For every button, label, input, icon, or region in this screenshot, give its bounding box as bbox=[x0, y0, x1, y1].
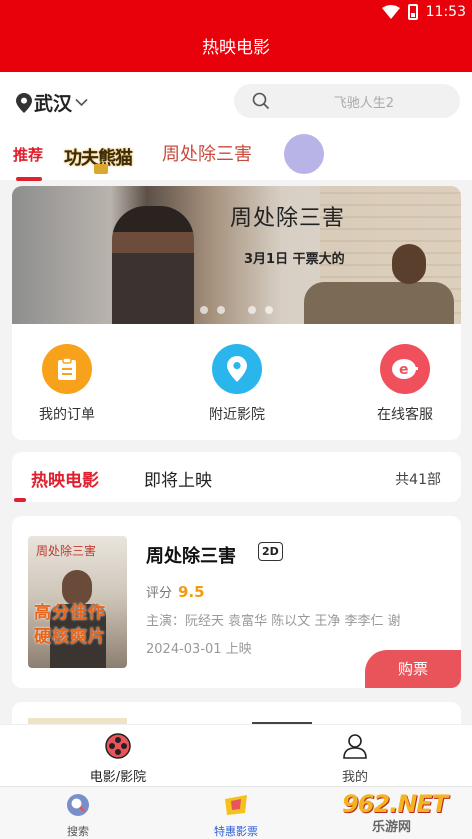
svg-text:e: e bbox=[399, 362, 409, 378]
clipboard-icon bbox=[42, 344, 92, 394]
user-icon bbox=[343, 734, 367, 759]
movie-tabs: 热映电影 即将上映 共41部 bbox=[12, 452, 461, 502]
tab-coming-soon[interactable]: 即将上映 bbox=[144, 466, 212, 491]
active-tab-indicator bbox=[14, 498, 26, 502]
banner-figure-pile bbox=[304, 282, 454, 324]
quick-action-label: 在线客服 bbox=[377, 407, 433, 423]
watermark-logo: 962.NET bbox=[342, 790, 448, 818]
wifi-icon bbox=[381, 5, 400, 19]
bottomnav-search[interactable]: 搜索 bbox=[28, 793, 128, 839]
app-title: 热映电影 bbox=[0, 28, 472, 72]
battery-icon bbox=[407, 4, 418, 20]
movie-logo-circle[interactable] bbox=[284, 134, 324, 174]
search-placeholder: 飞驰人生2 bbox=[333, 96, 394, 111]
buy-ticket-button[interactable]: 购票 bbox=[365, 650, 461, 688]
movie-cast: 主演：阮经天 袁富华 陈以文 王净 李李仁 谢 bbox=[146, 614, 401, 629]
status-time: 11:53 bbox=[425, 4, 466, 20]
poster-title: 周处除三害 bbox=[36, 544, 97, 558]
sub-nav: 电影/影院 我的 bbox=[0, 724, 472, 786]
film-reel-icon bbox=[105, 733, 131, 759]
format-badge: 2D bbox=[258, 542, 283, 561]
quick-action-customer-service[interactable]: e 在线客服 bbox=[345, 344, 461, 424]
banner-figure-man bbox=[112, 206, 194, 324]
movie-release-date: 2024-03-01 上映 bbox=[146, 642, 252, 657]
top-bar: 武汉 飞驰人生2 bbox=[0, 72, 472, 130]
chevron-down-icon bbox=[75, 98, 88, 107]
bottomnav-label: 搜索 bbox=[67, 825, 89, 838]
poster-slogan: 高分佳作 bbox=[34, 603, 106, 623]
movie-card[interactable]: 周处除三害 高分佳作 硬核爽片 周处除三害 2D 评分 9.5 主演：阮经天 袁富… bbox=[12, 516, 461, 688]
carousel-dots bbox=[200, 306, 273, 314]
carousel-dot[interactable] bbox=[217, 306, 225, 314]
site-watermark: 962.NET 乐游网 bbox=[332, 790, 466, 836]
active-tab-indicator bbox=[16, 177, 42, 181]
subnav-label: 我的 bbox=[341, 770, 368, 785]
quick-action-label: 我的订单 bbox=[39, 407, 95, 423]
movie-count: 共41部 bbox=[395, 472, 441, 488]
banner-title: 周处除三害 bbox=[230, 206, 346, 231]
chat-e-icon: e bbox=[380, 344, 430, 394]
watermark-text: 乐游网 bbox=[372, 820, 412, 835]
carousel-dot[interactable] bbox=[265, 306, 273, 314]
banner-subtitle: 3月1日 干票大的 bbox=[244, 252, 345, 267]
score-value: 9.5 bbox=[178, 583, 205, 601]
logo-number-badge bbox=[94, 164, 108, 174]
movie-logo-kung-fu-panda[interactable]: 功夫熊猫 bbox=[64, 138, 142, 174]
search-icon bbox=[252, 92, 270, 110]
subnav-label: 电影/影院 bbox=[89, 770, 147, 785]
city-selector[interactable]: 武汉 bbox=[16, 89, 90, 116]
subnav-movies-cinemas[interactable]: 电影/影院 bbox=[58, 733, 178, 785]
movie-logo-zhouchu[interactable]: 周处除三害 bbox=[162, 140, 252, 166]
carousel-dot[interactable] bbox=[248, 306, 256, 314]
movie-score: 评分 9.5 bbox=[146, 582, 205, 601]
status-icons: 11:53 bbox=[381, 4, 466, 20]
tab-recommend[interactable]: 推荐 bbox=[13, 144, 43, 165]
quick-action-label: 附近影院 bbox=[209, 407, 265, 423]
category-tabs: 推荐 功夫熊猫 周处除三害 bbox=[0, 130, 472, 181]
quick-action-orders[interactable]: 我的订单 bbox=[12, 344, 127, 424]
carousel-dot[interactable] bbox=[200, 306, 208, 314]
bottomnav-label: 特惠影票 bbox=[214, 825, 258, 838]
location-pin-icon bbox=[212, 344, 262, 394]
ticket-icon bbox=[225, 795, 247, 815]
movie-title: 周处除三害 bbox=[146, 546, 236, 567]
location-pin-icon bbox=[16, 92, 32, 113]
search-input[interactable]: 飞驰人生2 bbox=[234, 84, 460, 118]
tab-now-showing[interactable]: 热映电影 bbox=[31, 466, 99, 491]
banner-figure-girl bbox=[392, 244, 426, 284]
subnav-mine[interactable]: 我的 bbox=[295, 733, 415, 785]
city-name: 武汉 bbox=[34, 93, 73, 115]
banner-card: 周处除三害 3月1日 干票大的 我的订单 附近影院 e 在线客服 bbox=[12, 186, 461, 440]
movie-poster[interactable]: 周处除三害 高分佳作 硬核爽片 bbox=[28, 536, 127, 668]
quick-action-nearby-cinemas[interactable]: 附近影院 bbox=[177, 344, 297, 424]
bottomnav-discount-tickets[interactable]: 特惠影票 bbox=[186, 793, 286, 839]
score-label: 评分 bbox=[146, 586, 173, 601]
poster-slogan: 硬核爽片 bbox=[34, 627, 106, 647]
status-bar: 11:53 bbox=[0, 0, 472, 28]
banner-carousel[interactable]: 周处除三害 3月1日 干票大的 bbox=[12, 186, 461, 324]
search-icon bbox=[67, 794, 89, 816]
